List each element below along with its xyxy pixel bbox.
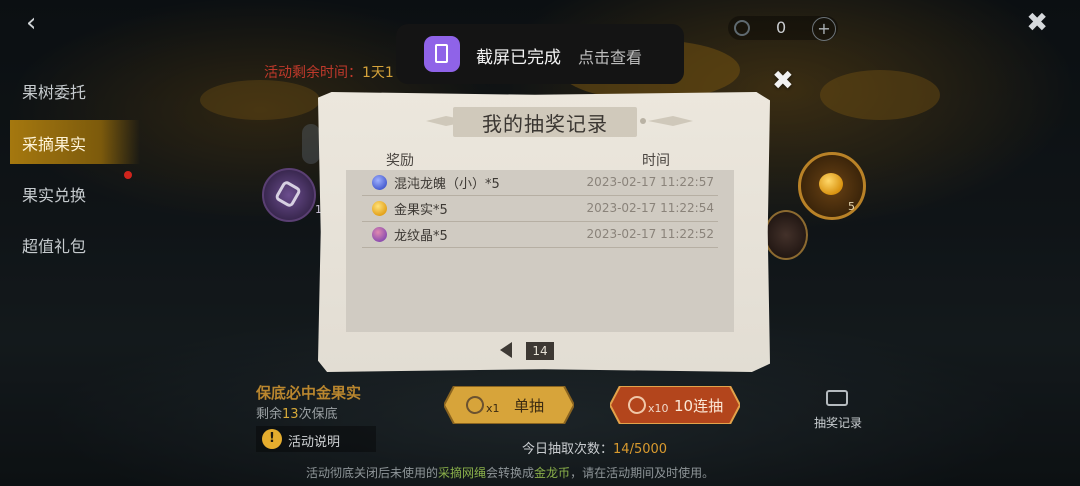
dragon-crystal-icon	[372, 227, 387, 242]
reward-medallion[interactable]	[764, 210, 808, 260]
footer-text: 会转换成	[486, 466, 535, 480]
activity-info-label: 活动说明	[288, 435, 341, 450]
footer-currency-name: 金龙币	[534, 466, 571, 480]
prev-page-arrow-icon[interactable]	[500, 342, 512, 358]
guarantee-prefix: 剩余	[256, 407, 283, 422]
reward-medallion[interactable]: 1	[262, 168, 322, 222]
sidebar-item-value-pack[interactable]: 超值礼包	[0, 222, 150, 266]
screenshot-toast[interactable]: 截屏已完成 点击查看	[396, 24, 684, 84]
close-x-icon[interactable]: ✖	[1026, 8, 1048, 38]
footer-text: ，请在活动期间及时使用。	[570, 466, 715, 480]
single-draw-multiplier: x1	[486, 402, 500, 415]
notification-dot	[124, 171, 132, 179]
toast-view-link[interactable]: 点击查看	[578, 44, 642, 68]
today-draw-count: 今日抽取次数：14/5000	[522, 438, 667, 457]
currency-value: 0	[776, 18, 787, 37]
ten-draw-multiplier: x10	[648, 402, 669, 415]
golden-fruit-icon	[819, 173, 843, 195]
back-arrow-icon[interactable]: ‹	[26, 10, 52, 36]
single-draw-label: 单抽	[514, 397, 545, 415]
currency-display: 0 +	[728, 16, 838, 41]
activity-info-button[interactable]: ! 活动说明	[256, 426, 376, 452]
column-header-time: 时间	[642, 153, 670, 169]
add-currency-button[interactable]: +	[812, 17, 836, 41]
draw-records-dialog: 我的抽奖记录 奖励 时间 混沌龙魄（小）*5 2023-02-17 11:22:…	[318, 92, 770, 372]
reward-name: 混沌龙魄（小）*5	[394, 177, 500, 192]
timer-label: 活动剩余时间：	[264, 65, 362, 81]
reward-time: 2023-02-17 11:22:52	[586, 227, 714, 241]
dialog-title: 我的抽奖记录	[482, 112, 608, 136]
reward-time: 2023-02-17 11:22:57	[586, 175, 714, 189]
reward-medallion	[302, 124, 320, 164]
guarantee-count: 13	[282, 407, 299, 422]
dragon-crystal-icon	[273, 179, 303, 209]
sidebar-item-orchard-commission[interactable]: 果树委托	[0, 68, 150, 112]
reward-name: 金果实*5	[394, 203, 448, 218]
records-table: 混沌龙魄（小）*5 2023-02-17 11:22:57 金果实*5 2023…	[346, 170, 734, 332]
dialog-close-icon[interactable]: ✖	[772, 66, 794, 96]
guarantee-counter: 剩余13次保底	[256, 403, 338, 422]
today-max: /5000	[629, 442, 668, 457]
table-row: 龙纹晶*5 2023-02-17 11:22:52	[362, 222, 718, 248]
activity-timer: 活动剩余时间：1天1	[264, 62, 394, 82]
single-draw-button[interactable]: x1 单抽	[444, 386, 574, 424]
guarantee-title: 保底必中金果实	[256, 384, 362, 402]
footer-item-name: 采摘网绳	[438, 466, 487, 480]
sidebar-item-pick-fruit[interactable]: 采摘果实	[10, 120, 140, 164]
sidebar-item-label: 采摘果实	[22, 135, 87, 154]
footer-text: 活动彻底关闭后未使用的	[306, 466, 439, 480]
draw-records-label: 抽奖记录	[813, 416, 862, 430]
sidebar-item-label: 果树委托	[22, 83, 87, 102]
today-count: 14	[613, 442, 630, 457]
today-label: 今日抽取次数：	[522, 442, 614, 457]
currency-icon	[734, 20, 750, 36]
ornament-right	[640, 116, 693, 126]
sidebar-item-label: 超值礼包	[22, 237, 87, 256]
sidebar-item-label: 果实兑换	[22, 186, 87, 205]
exclamation-icon: !	[262, 429, 282, 449]
reward-name: 龙纹晶*5	[394, 229, 448, 244]
table-row: 混沌龙魄（小）*5 2023-02-17 11:22:57	[362, 170, 718, 196]
footer-notice: 活动彻底关闭后未使用的采摘网绳会转换成金龙币，请在活动期间及时使用。	[306, 464, 714, 481]
timer-value: 1天1	[362, 65, 394, 81]
record-box-icon	[826, 390, 848, 406]
ten-draw-label: 10连抽	[674, 397, 724, 415]
golden-fruit-icon	[372, 201, 387, 216]
button-frame	[444, 386, 574, 424]
ten-draw-button[interactable]: x10 10连抽	[610, 386, 740, 424]
guarantee-suffix: 次保底	[298, 407, 338, 422]
reward-medallion[interactable]: 5	[798, 152, 866, 220]
chaos-soul-icon	[372, 175, 387, 190]
medallion-count: 5	[848, 200, 855, 213]
draw-records-button[interactable]: 抽奖记录	[812, 390, 864, 432]
column-header-reward: 奖励	[386, 153, 414, 169]
page-number: 14	[526, 342, 554, 360]
screenshot-app-icon	[424, 36, 460, 72]
table-row: 金果实*5 2023-02-17 11:22:54	[362, 196, 718, 222]
reward-time: 2023-02-17 11:22:54	[586, 201, 714, 215]
toast-title: 截屏已完成	[476, 48, 561, 68]
